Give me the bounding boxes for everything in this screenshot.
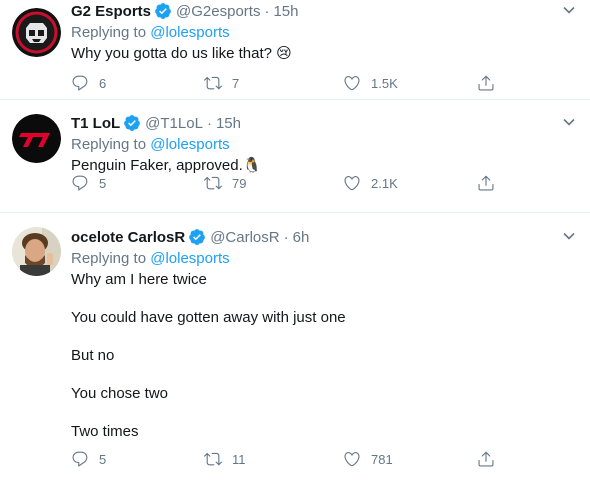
like-count: 2.1K [371, 175, 398, 191]
reply-feed: G2 Esports @G2esports · 15h Replying to … [0, 0, 590, 483]
tweet[interactable]: G2 Esports @G2esports · 15h Replying to … [0, 0, 590, 100]
display-name[interactable]: G2 Esports [71, 3, 151, 20]
tweet-actions: 6 7 1.5K [71, 73, 501, 93]
share-button[interactable] [477, 74, 495, 92]
heart-icon [344, 76, 360, 91]
share-button[interactable] [477, 450, 495, 468]
tweet-header: G2 Esports @G2esports · 15h [71, 1, 576, 21]
chevron-down-icon[interactable] [562, 115, 576, 129]
verified-badge-icon [188, 228, 206, 246]
verified-badge-icon [154, 2, 172, 20]
reply-count: 6 [99, 75, 107, 91]
t1-logo-icon [12, 114, 61, 163]
tweet-actions: 5 11 781 [71, 449, 501, 469]
separator: · [206, 114, 212, 132]
replying-label: Replying to [71, 250, 147, 267]
separator: · [283, 228, 289, 246]
share-icon [478, 75, 494, 91]
retweet-icon [204, 176, 222, 190]
tweet-body: ocelote CarlosR @CarlosR · 6h Replying t… [71, 227, 576, 442]
chevron-down-icon[interactable] [562, 3, 576, 17]
like-count: 781 [371, 451, 393, 467]
reply-button[interactable]: 5 [71, 174, 106, 192]
retweet-button[interactable]: 79 [204, 174, 246, 192]
tweet-actions: 5 79 2.1K [71, 173, 501, 193]
avatar[interactable] [12, 227, 61, 276]
reply-button[interactable]: 6 [71, 74, 106, 92]
mention-link[interactable]: @lolesports [150, 136, 229, 153]
like-count: 1.5K [371, 75, 398, 91]
display-name[interactable]: T1 LoL [71, 115, 120, 132]
reply-icon [72, 451, 88, 467]
mention-link[interactable]: @lolesports [150, 250, 229, 267]
tweet-body: T1 LoL @T1LoL · 15h Replying to @lolespo… [71, 113, 576, 176]
avatar[interactable] [12, 114, 61, 163]
separator: · [264, 2, 270, 20]
timestamp[interactable]: 15h [216, 115, 241, 132]
display-name[interactable]: ocelote CarlosR [71, 229, 185, 246]
retweet-count: 11 [232, 451, 246, 467]
replying-label: Replying to [71, 136, 147, 153]
user-photo-avatar [12, 227, 61, 276]
tweet-paragraph: But no [71, 347, 115, 364]
retweet-button[interactable]: 7 [204, 74, 239, 92]
timestamp[interactable]: 6h [293, 229, 310, 246]
tweet-paragraph: Two times [71, 423, 139, 440]
tweet-header: ocelote CarlosR @CarlosR · 6h [71, 227, 576, 247]
tweet-text: Why you gotta do us like that? 😢 [71, 44, 576, 64]
retweet-button[interactable]: 11 [204, 450, 246, 468]
chevron-down-icon[interactable] [562, 229, 576, 243]
reply-icon [72, 175, 88, 191]
like-button[interactable]: 781 [343, 450, 393, 468]
retweet-count: 7 [232, 75, 240, 91]
heart-icon [344, 452, 360, 467]
retweet-icon [204, 76, 222, 90]
share-button[interactable] [477, 174, 495, 192]
like-button[interactable]: 2.1K [343, 174, 398, 192]
retweet-icon [204, 452, 222, 466]
tweet-paragraph: Why am I here twice [71, 271, 207, 288]
avatar[interactable] [12, 8, 61, 57]
reply-button[interactable]: 5 [71, 450, 106, 468]
handle[interactable]: @CarlosR [210, 229, 279, 246]
share-icon [478, 175, 494, 191]
tweet-paragraph: You could have gotten away with just one [71, 309, 346, 326]
reply-count: 5 [99, 451, 107, 467]
tweet-paragraph: You chose two [71, 385, 169, 402]
tweet-paragraph: Why you gotta do us like that? 😢 [71, 45, 292, 62]
share-icon [478, 451, 494, 467]
reply-count: 5 [99, 175, 107, 191]
heart-icon [344, 176, 360, 191]
retweet-count: 79 [232, 175, 247, 191]
reply-icon [72, 75, 88, 91]
verified-badge-icon [123, 114, 141, 132]
tweet-header: T1 LoL @T1LoL · 15h [71, 113, 576, 133]
g2-logo-icon [12, 8, 61, 57]
handle[interactable]: @T1LoL [145, 115, 203, 132]
like-button[interactable]: 1.5K [343, 74, 398, 92]
handle[interactable]: @G2esports [176, 3, 260, 20]
replying-to: Replying to @lolesports [71, 135, 576, 155]
mention-link[interactable]: @lolesports [150, 24, 229, 41]
replying-to: Replying to @lolesports [71, 23, 576, 43]
tweet[interactable]: T1 LoL @T1LoL · 15h Replying to @lolespo… [0, 100, 590, 213]
replying-to: Replying to @lolesports [71, 249, 576, 269]
replying-label: Replying to [71, 24, 147, 41]
tweet[interactable]: ocelote CarlosR @CarlosR · 6h Replying t… [0, 213, 590, 483]
tweet-body: G2 Esports @G2esports · 15h Replying to … [71, 1, 576, 64]
timestamp[interactable]: 15h [273, 3, 298, 20]
tweet-text: Why am I here twice You could have gotte… [71, 270, 576, 442]
